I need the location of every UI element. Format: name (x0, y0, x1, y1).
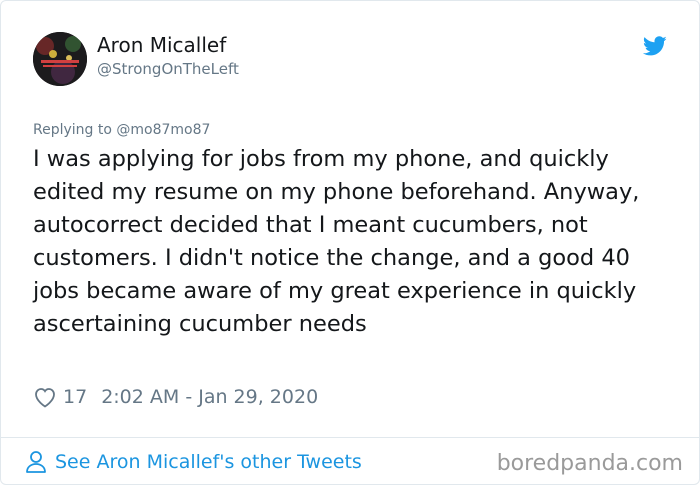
divider (1, 437, 700, 438)
tweet-text: I was applying for jobs from my phone, a… (33, 146, 640, 337)
avatar[interactable] (33, 32, 87, 86)
tweet-meta: 17 2:02 AM - Jan 29, 2020 (33, 385, 318, 409)
person-icon (26, 451, 46, 473)
see-other-tweets-label[interactable]: See Aron Micallef's other Tweets (55, 451, 362, 473)
tweet-card: Aron Micallef @StrongOnTheLeft Replying … (0, 0, 700, 485)
heart-icon[interactable] (33, 386, 57, 408)
like-count[interactable]: 17 (63, 386, 87, 408)
timestamp[interactable]: 2:02 AM - Jan 29, 2020 (101, 386, 318, 408)
watermark: boredpanda.com (496, 451, 683, 476)
reply-context: Replying to @mo87mo87 (33, 122, 211, 138)
author-handle[interactable]: @StrongOnTheLeft (97, 59, 239, 79)
twitter-bird-icon[interactable] (642, 34, 668, 58)
see-other-tweets-link[interactable]: See Aron Micallef's other Tweets (25, 449, 362, 475)
author-name[interactable]: Aron Micallef (97, 33, 226, 57)
